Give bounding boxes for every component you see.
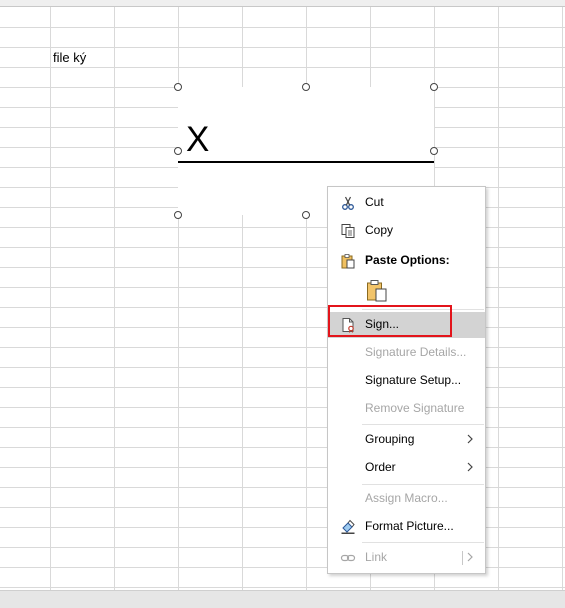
menu-item-label: Cut (365, 195, 384, 209)
menu-item-signature-details[interactable]: Signature Details... (328, 340, 485, 366)
menu-item-grouping[interactable]: Grouping (328, 427, 485, 453)
menu-item-format-picture[interactable]: Format Picture... (328, 514, 485, 540)
resize-handle-top-right[interactable] (430, 83, 438, 91)
column-header-strip (0, 0, 565, 7)
menu-item-label: Remove Signature (365, 401, 465, 415)
chevron-right-icon (467, 462, 473, 472)
menu-item-cut[interactable]: Cut (328, 190, 485, 216)
format-paint-icon (341, 519, 355, 534)
menu-item-label: Signature Details... (365, 345, 467, 359)
cell-text[interactable]: file ký (53, 50, 86, 65)
highlight-annotation-box (328, 305, 452, 337)
chevron-right-icon (467, 434, 473, 444)
resize-handle-middle-left[interactable] (174, 147, 182, 155)
resize-handle-bottom-middle[interactable] (302, 211, 310, 219)
menu-item-copy[interactable]: Copy (328, 218, 485, 244)
menu-item-assign-macro[interactable]: Assign Macro... (328, 486, 485, 512)
signature-underline (178, 161, 434, 163)
link-icon (340, 554, 356, 562)
menu-separator (362, 484, 484, 485)
menu-item-label: Copy (365, 223, 394, 237)
menu-item-label: Link (365, 550, 388, 564)
resize-handle-bottom-left[interactable] (174, 211, 182, 219)
signature-x-mark: X (186, 120, 210, 159)
menu-item-label: Signature Setup... (365, 373, 462, 387)
menu-item-signature-setup[interactable]: Signature Setup... (328, 368, 485, 394)
menu-separator (362, 542, 484, 543)
context-menu: Cut Copy Paste Options: Sign... Signatur… (327, 186, 486, 574)
menu-item-order[interactable]: Order (328, 455, 485, 481)
chevron-right-icon (467, 552, 473, 562)
paste-option-keep-formatting-icon[interactable] (366, 279, 388, 303)
status-bar (0, 590, 565, 608)
resize-handle-top-left[interactable] (174, 83, 182, 91)
clipboard-icon (341, 254, 355, 269)
resize-handle-middle-right[interactable] (430, 147, 438, 155)
resize-handle-top-middle[interactable] (302, 83, 310, 91)
menu-item-remove-signature[interactable]: Remove Signature (328, 396, 485, 422)
menu-item-label: Format Picture... (365, 519, 454, 533)
scissors-icon (342, 196, 354, 210)
split-divider (462, 551, 463, 565)
menu-item-link[interactable]: Link (328, 545, 485, 571)
menu-separator (362, 424, 484, 425)
menu-item-label: Grouping (365, 432, 415, 446)
copy-icon (341, 224, 355, 238)
menu-item-paste-options-header: Paste Options: (328, 248, 485, 274)
menu-item-label: Order (365, 460, 396, 474)
menu-item-label: Paste Options: (365, 253, 450, 267)
menu-item-label: Assign Macro... (365, 491, 448, 505)
